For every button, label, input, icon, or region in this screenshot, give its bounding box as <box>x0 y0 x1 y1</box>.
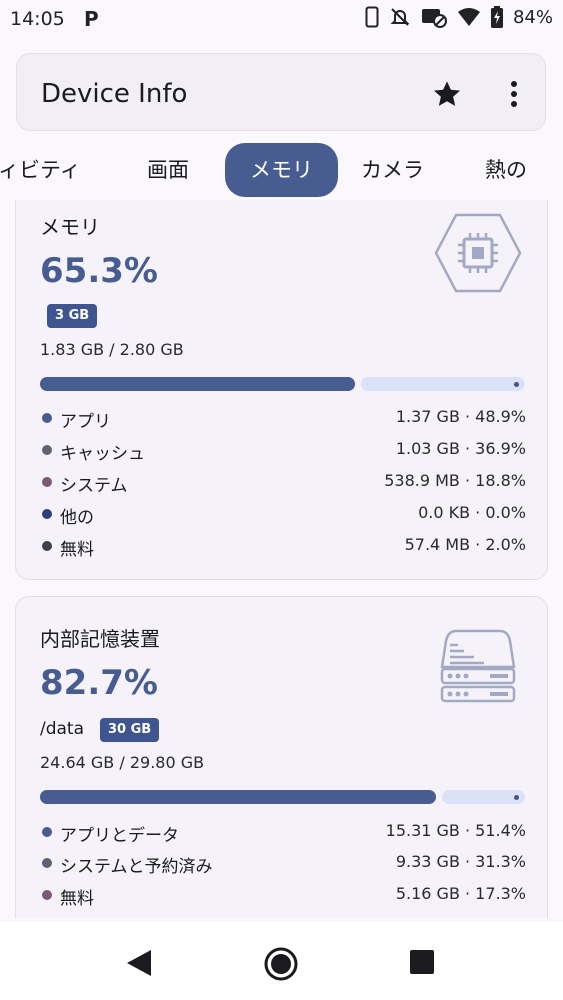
legend-row: 無料 5.16 GB · 17.3% <box>40 882 526 909</box>
legend-value: 9.33 GB · 31.3% <box>395 852 526 871</box>
legend-dot <box>42 509 52 519</box>
legend-dot <box>42 413 52 423</box>
storage-used-bar <box>40 790 436 804</box>
bar-end-dot <box>514 795 519 800</box>
legend-label: 無料 <box>60 540 94 560</box>
memory-free-bar <box>361 377 525 391</box>
legend-dot <box>42 477 52 487</box>
legend-value: 1.37 GB · 48.9% <box>395 407 526 426</box>
memory-title: メモリ <box>40 215 100 239</box>
home-icon[interactable] <box>263 946 299 982</box>
legend-dot <box>42 445 52 455</box>
legend-value: 15.31 GB · 51.4% <box>385 821 526 840</box>
legend-row: アプリ 1.37 GB · 48.9% <box>40 405 526 432</box>
tab-memory[interactable]: メモリ <box>225 143 338 197</box>
memory-chip-icon <box>434 213 522 293</box>
memory-used-bar <box>40 377 355 391</box>
recents-icon[interactable] <box>410 950 434 974</box>
storage-size-badge: 30 GB <box>100 718 160 742</box>
tab-activity[interactable]: ィビティ <box>0 143 81 197</box>
tab-bar: ィビティ 画面 メモリ カメラ 熱の <box>0 143 563 197</box>
legend-dot <box>42 890 52 900</box>
legend-row: キャッシュ 1.03 GB · 36.9% <box>40 437 526 464</box>
legend-label: アプリ <box>60 412 111 432</box>
memory-card: メモリ 65.3% 3 GB 1.83 GB / 2.80 GB アプリ 1.3… <box>15 200 548 580</box>
legend-dot <box>42 858 52 868</box>
legend-row: アプリとデータ 15.31 GB · 51.4% <box>40 819 526 846</box>
status-time: 14:05 <box>10 8 65 30</box>
storage-path: /data <box>40 719 85 739</box>
tab-camera[interactable]: カメラ <box>361 143 424 197</box>
app-bar: Device Info <box>16 53 546 131</box>
legend-value: 0.0 KB · 0.0% <box>418 503 526 522</box>
legend-label: アプリとデータ <box>60 826 179 846</box>
legend-dot <box>42 827 52 837</box>
star-icon[interactable] <box>431 78 463 110</box>
memory-percent: 65.3% <box>40 251 158 291</box>
storage-free-bar <box>442 790 525 804</box>
memory-size-badge: 3 GB <box>47 304 98 328</box>
legend-value: 57.4 MB · 2.0% <box>404 535 526 554</box>
notifications-off-icon <box>390 8 410 26</box>
data-saver-icon <box>421 9 447 28</box>
legend-label: 無料 <box>60 889 94 909</box>
storage-title: 内部記憶装置 <box>40 627 160 651</box>
legend-label: システムと予約済み <box>60 857 213 877</box>
legend-value: 5.16 GB · 17.3% <box>395 884 526 903</box>
navigation-bar <box>0 922 563 1000</box>
status-bar: 14:05 P 84% <box>0 0 563 38</box>
legend-label: システム <box>60 476 128 496</box>
parking-notification-icon: P <box>84 7 99 31</box>
back-icon[interactable] <box>125 948 153 978</box>
legend-value: 538.9 MB · 18.8% <box>384 471 526 490</box>
storage-usage: 24.64 GB / 29.80 GB <box>40 753 205 772</box>
legend-dot <box>42 541 52 551</box>
app-title: Device Info <box>41 79 188 109</box>
content-scroll[interactable]: メモリ 65.3% 3 GB 1.83 GB / 2.80 GB アプリ 1.3… <box>0 200 563 918</box>
legend-label: キャッシュ <box>60 444 145 464</box>
memory-usage: 1.83 GB / 2.80 GB <box>40 340 184 359</box>
battery-charging-icon <box>490 6 503 28</box>
storage-drive-icon <box>440 629 516 703</box>
legend-label: 他の <box>60 508 94 528</box>
battery-percent: 84% <box>512 6 553 28</box>
storage-card: 内部記憶装置 82.7% /data 30 GB 24.64 GB / 29.8… <box>15 596 548 918</box>
more-vert-icon[interactable] <box>500 78 528 110</box>
storage-percent: 82.7% <box>40 663 158 703</box>
phone-icon <box>365 6 379 28</box>
wifi-icon <box>457 8 480 26</box>
tab-thermal[interactable]: 熱の <box>485 143 527 197</box>
legend-row: システム 538.9 MB · 18.8% <box>40 469 526 496</box>
legend-row: 他の 0.0 KB · 0.0% <box>40 501 526 528</box>
tab-display[interactable]: 画面 <box>147 143 189 197</box>
legend-value: 1.03 GB · 36.9% <box>395 439 526 458</box>
bar-end-dot <box>514 382 519 387</box>
legend-row: 無料 57.4 MB · 2.0% <box>40 533 526 560</box>
legend-row: システムと予約済み 9.33 GB · 31.3% <box>40 850 526 877</box>
